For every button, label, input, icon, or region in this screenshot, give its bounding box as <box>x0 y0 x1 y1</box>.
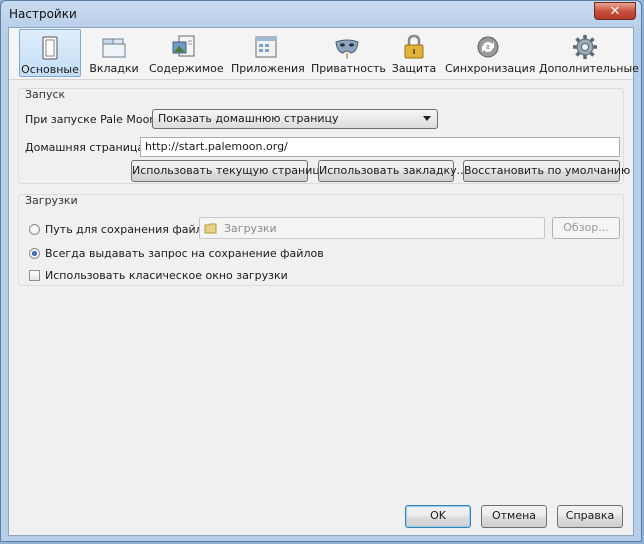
tab-general[interactable]: Основные <box>19 29 81 77</box>
lock-icon <box>404 34 424 59</box>
restore-default-button[interactable]: Восстановить по умолчанию <box>463 160 630 182</box>
on-start-select[interactable]: Показать домашнюю страницу <box>152 109 438 129</box>
homepage-input[interactable]: http://start.palemoon.org/ <box>140 137 620 157</box>
ok-button[interactable]: OK <box>405 505 471 528</box>
tabs-icon <box>102 38 126 58</box>
classic-download-window-checkbox[interactable] <box>29 270 40 281</box>
save-path-radio[interactable] <box>29 224 40 235</box>
mask-icon <box>335 39 359 59</box>
preferences-toolbar: Основные Вкладки Содержимое Приложения П… <box>9 28 639 80</box>
always-ask-radio[interactable] <box>29 248 40 259</box>
switch-icon <box>42 36 58 60</box>
classic-download-window-label[interactable]: Использовать класическое окно загрузки <box>45 269 288 282</box>
on-start-label: При запуске Pale Moon: <box>25 113 160 126</box>
gear-icon <box>573 35 597 59</box>
on-start-selected-value: Показать домашнюю страницу <box>158 112 339 125</box>
tab-content[interactable]: Содержимое <box>149 29 224 77</box>
always-ask-label[interactable]: Всегда выдавать запрос на сохранение фай… <box>45 247 324 260</box>
content-icon <box>172 35 195 57</box>
cancel-button[interactable]: Отмена <box>481 505 547 528</box>
tab-applications[interactable]: Приложения <box>231 29 305 77</box>
download-folder-value: Загрузки <box>224 222 277 235</box>
sync-icon <box>477 36 499 58</box>
tab-tabs[interactable]: Вкладки <box>84 29 144 77</box>
tab-advanced[interactable]: Дополнительные <box>539 29 639 77</box>
tab-label: Дополнительные <box>539 62 639 75</box>
tab-privacy[interactable]: Приватность <box>311 29 386 77</box>
tab-label: Содержимое <box>149 62 224 75</box>
title-bar[interactable]: Настройки ✕ <box>1 1 641 27</box>
use-bookmark-button[interactable]: Использовать закладку... <box>318 160 467 182</box>
tab-label: Защита <box>391 62 437 75</box>
tab-sync[interactable]: Синхронизация <box>445 29 536 77</box>
tab-label: Приложения <box>231 62 305 75</box>
close-button[interactable]: ✕ <box>594 2 636 20</box>
homepage-label: Домашняя страница: <box>25 141 148 154</box>
browse-button[interactable]: Обзор... <box>552 217 620 239</box>
tab-label: Синхронизация <box>445 62 536 75</box>
tab-security[interactable]: Защита <box>391 29 437 77</box>
tab-label: Приватность <box>311 62 386 75</box>
tab-label: Основные <box>21 63 79 76</box>
applications-icon <box>255 36 277 58</box>
save-path-label[interactable]: Путь для сохранения файлов <box>45 223 216 236</box>
help-button[interactable]: Справка <box>557 505 623 528</box>
window-title: Настройки <box>9 7 77 21</box>
homepage-input-value: http://start.palemoon.org/ <box>145 140 288 153</box>
preferences-window: Настройки ✕ Основные Вкладки Содержимое … <box>0 0 642 542</box>
folder-icon <box>204 223 217 234</box>
startup-group: Запуск При запуске Pale Moon: Показать д… <box>18 88 630 184</box>
startup-group-title: Запуск <box>25 88 66 101</box>
chevron-down-icon <box>423 116 431 121</box>
downloads-group: Загрузки Путь для сохранения файлов Загр… <box>18 194 624 286</box>
dialog-client-area: Основные Вкладки Содержимое Приложения П… <box>8 27 639 536</box>
tab-label: Вкладки <box>89 62 139 75</box>
download-folder-field: Загрузки <box>199 217 545 239</box>
downloads-group-title: Загрузки <box>25 194 78 207</box>
use-current-page-button[interactable]: Использовать текущую страницу <box>131 160 326 182</box>
